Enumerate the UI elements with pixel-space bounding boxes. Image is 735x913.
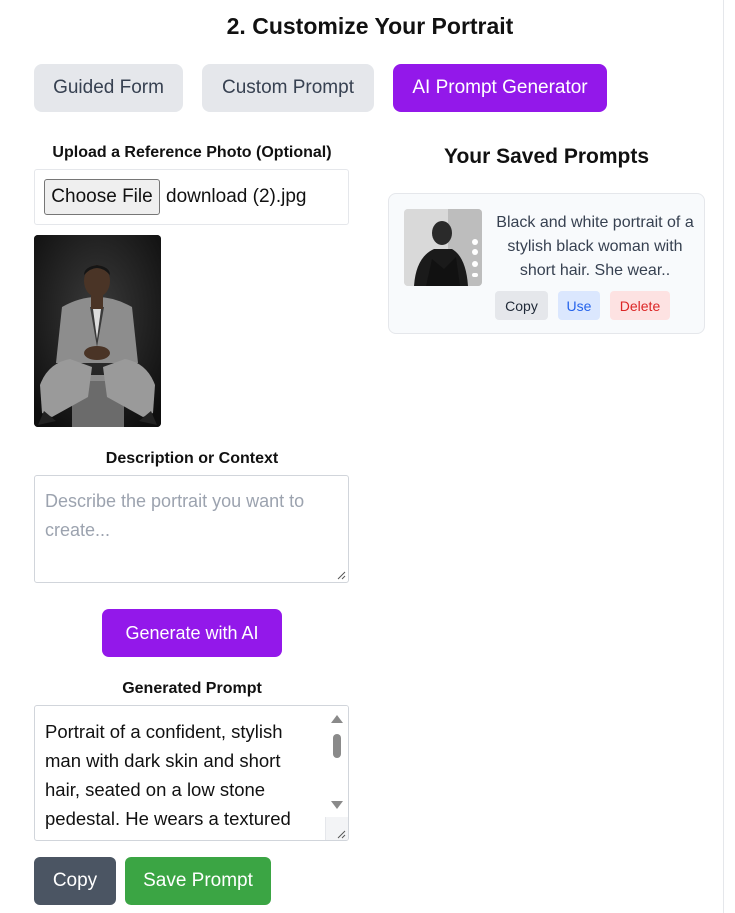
save-prompt-button[interactable]: Save Prompt [125, 857, 271, 905]
tab-custom-prompt[interactable]: Custom Prompt [202, 64, 374, 112]
saved-use-button[interactable]: Use [558, 291, 600, 320]
generated-prompt-label: Generated Prompt [122, 680, 262, 697]
scrollbar-corner [325, 817, 348, 840]
selected-file-name: download (2).jpg [166, 186, 307, 207]
file-input[interactable]: Choose File download (2).jpg [34, 169, 349, 225]
description-textarea[interactable]: Describe the portrait you want to create… [34, 475, 349, 583]
reference-photo-preview [34, 235, 161, 427]
description-placeholder: Describe the portrait you want to create… [45, 491, 305, 540]
page-title: 2. Customize Your Portrait [226, 13, 514, 39]
saved-delete-button[interactable]: Delete [610, 291, 670, 320]
saved-prompt-card: Black and white portrait of a stylish bl… [388, 193, 705, 334]
tab-guided-form[interactable]: Guided Form [34, 64, 183, 112]
portrait-photo-image [34, 235, 161, 427]
vertical-scrollbar[interactable] [326, 706, 348, 816]
copy-button[interactable]: Copy [34, 857, 116, 905]
description-label: Description or Context [105, 450, 279, 467]
saved-prompt-thumbnail [404, 209, 482, 286]
saved-prompts-title: Your Saved Prompts [444, 145, 649, 168]
upload-label: Upload a Reference Photo (Optional) [52, 144, 332, 161]
saved-prompt-text: Black and white portrait of a stylish bl… [496, 214, 694, 279]
resize-handle-icon[interactable] [336, 570, 346, 580]
tab-ai-prompt-generator[interactable]: AI Prompt Generator [393, 64, 607, 112]
scroll-thumb [333, 734, 341, 758]
page-right-border [723, 0, 724, 913]
generated-prompt-text: Portrait of a confident, stylish man wit… [45, 721, 291, 840]
thumbnail-image [404, 209, 482, 286]
resize-handle-icon[interactable] [336, 829, 346, 839]
generated-prompt-textarea[interactable]: Portrait of a confident, stylish man wit… [34, 705, 349, 841]
generate-with-ai-button[interactable]: Generate with AI [102, 609, 282, 657]
saved-copy-button[interactable]: Copy [495, 291, 548, 320]
choose-file-button[interactable]: Choose File [44, 179, 160, 215]
